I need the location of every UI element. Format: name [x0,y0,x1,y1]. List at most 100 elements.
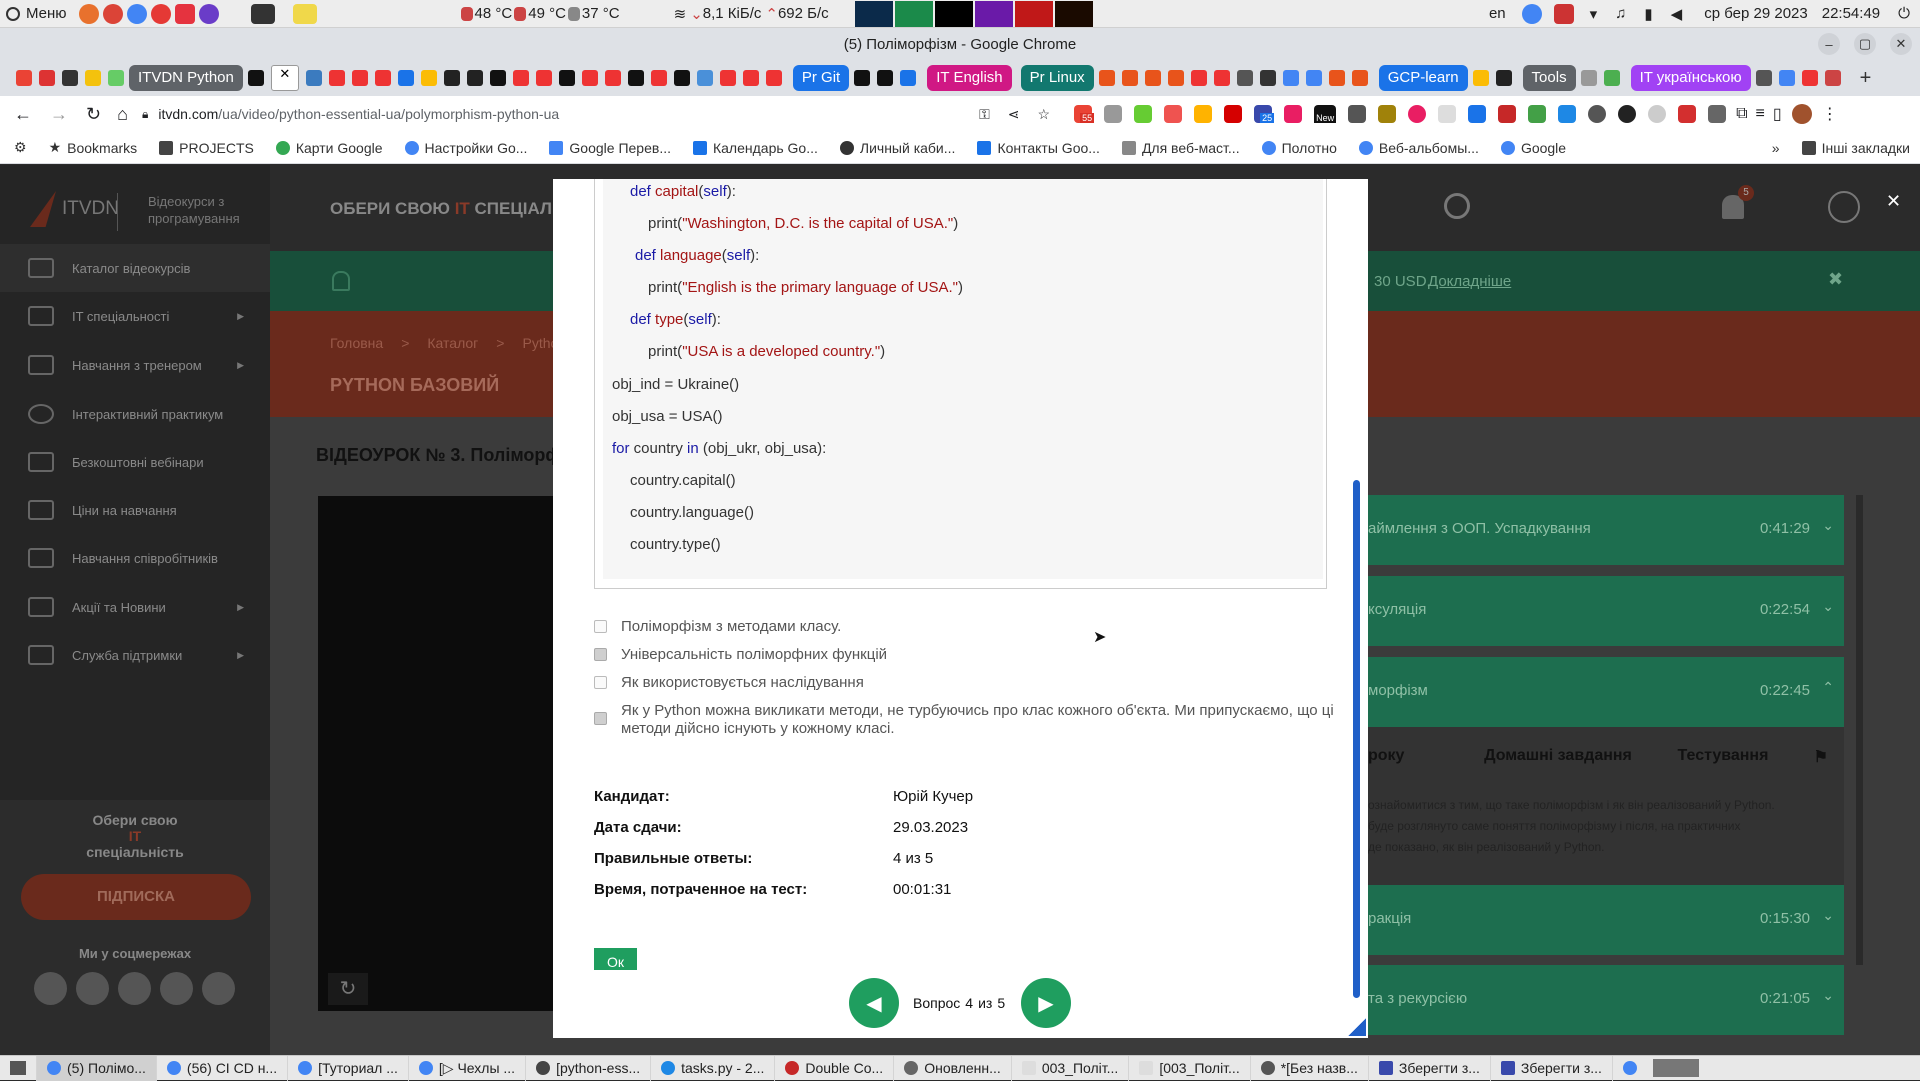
taskbar-item[interactable]: (56) CI CD н... [157,1055,289,1081]
pocket-icon[interactable] [1164,105,1183,123]
answer-checkbox[interactable] [594,676,607,689]
tab-lesson[interactable]: року [1368,747,1458,767]
youtube-tab-icon[interactable] [1190,70,1207,86]
search-icon[interactable] [1444,193,1470,219]
bookmark-folder[interactable]: PROJECTS [159,140,254,156]
tab-icon[interactable] [62,70,78,86]
tab-icon[interactable] [1351,70,1368,86]
tab-icon[interactable] [1495,70,1512,86]
app-tray-icon[interactable] [1553,3,1574,24]
taskbar-item[interactable]: [003_Політ... [1129,1055,1251,1081]
answer-option[interactable]: Поліморфізм з методами класу. [594,618,841,635]
tab-icon[interactable] [397,70,414,86]
taskbar-item[interactable]: Оновленн... [894,1055,1012,1081]
tab-icon[interactable] [877,70,894,86]
tab-group-tools[interactable]: Tools [1522,65,1576,91]
bookmark-item[interactable]: Личный каби... [839,140,955,156]
bookmark-item[interactable]: Для веб-маст... [1121,140,1240,156]
keyboard-layout[interactable]: en [1489,5,1506,22]
extension-icon[interactable] [1438,105,1457,123]
taskbar-item[interactable]: [Туториал ... [288,1055,409,1081]
lesson-item[interactable]: ракція 0:15:30 ⌄ [1368,885,1844,955]
bell-tray-icon[interactable]: ♫ [1615,5,1626,22]
tab-icon[interactable] [108,70,124,86]
bookmark-item[interactable]: Google [1500,140,1566,156]
bookmark-item[interactable]: Карти Google [275,140,383,156]
extension-icon[interactable] [1224,105,1243,123]
chrome-tray-icon[interactable] [1521,3,1542,24]
maximize-button[interactable]: ▢ [1854,33,1876,55]
taskbar-item[interactable]: Зберегти з... [1369,1055,1491,1081]
chrome-alt-icon[interactable] [126,3,147,24]
sidepanel-icon[interactable]: ▯ [1773,104,1782,124]
github-tab-icon[interactable] [443,70,460,86]
extension-icon[interactable] [1648,105,1667,123]
bookmark-item[interactable]: Настройки Go... [404,140,527,156]
sidebar-item-prices[interactable]: Ціни на навчання [0,486,270,534]
breadcrumb-catalog[interactable]: Каталог [427,335,478,351]
sidebar-item-corporate[interactable]: Навчання співробітників [0,534,270,582]
wifi-tray-icon[interactable]: ▾ [1590,5,1598,23]
close-window-button[interactable]: ✕ [1890,33,1912,55]
taskbar-item[interactable]: [python-ess... [526,1055,652,1081]
clock[interactable]: 22:54:49 [1822,5,1880,22]
reload-icon[interactable]: ↻ [86,104,101,125]
bookmark-item[interactable]: Полотно [1261,140,1337,156]
tab-icon[interactable] [1603,70,1620,86]
taskbar-item[interactable]: [▷ Чехлы ... [409,1055,527,1081]
tab-icon[interactable] [627,70,644,86]
url-field[interactable]: 🔒︎ itvdn.com /ua/video/python-essential-… [142,100,559,128]
extension-icon[interactable] [1618,105,1637,123]
tab-icon[interactable] [247,70,264,86]
tab-icon[interactable] [1167,70,1184,86]
tab-icon[interactable] [1801,70,1818,86]
youtube-tab-icon[interactable] [581,70,598,86]
tor-icon[interactable] [198,3,219,24]
extension-icon[interactable]: 25 [1254,105,1275,123]
gmail-ext-icon[interactable]: 55 [1074,105,1095,123]
bookmark-icon[interactable]: ⚑ [1788,747,1828,767]
active-tab-close-icon[interactable]: ✕ [270,65,299,91]
facebook-icon[interactable] [34,972,67,1005]
lesson-item[interactable]: ксуляція 0:22:54 ⌄ [1368,576,1844,646]
youtube-icon[interactable] [76,972,109,1005]
extension-icon[interactable]: New [1314,105,1337,123]
bookmark-item[interactable]: Контакты Goo... [977,140,1100,156]
extension-icon[interactable] [1284,105,1303,123]
tab-group-it-english[interactable]: IT English [927,65,1012,91]
os-menu[interactable]: Меню [0,0,67,28]
volume-icon[interactable]: ◀ [1671,5,1683,23]
tab-icon[interactable] [854,70,871,86]
tab-group-it-ukr[interactable]: IT українською [1630,65,1751,91]
taskbar-item[interactable]: tasks.py - 2... [651,1055,776,1081]
tab-icon[interactable] [1580,70,1597,86]
extension-icon[interactable] [1348,105,1367,123]
modal-scrollbar[interactable] [1353,480,1360,998]
answer-option[interactable]: Як використовується наслідування [594,674,864,691]
resize-handle-icon[interactable] [1348,1018,1366,1036]
forward-icon[interactable]: → [50,104,68,125]
key-icon[interactable]: ⚿ [979,106,990,123]
video-player[interactable]: ↻ [318,496,558,1011]
tab-icon[interactable] [1824,70,1841,86]
tab-icon[interactable] [489,70,506,86]
tab-icon[interactable] [558,70,575,86]
new-tab-icon[interactable]: + [1860,67,1872,90]
tab-group-gcp-learn[interactable]: GCP-learn [1378,65,1468,91]
replay-icon[interactable]: ↻ [328,973,368,1005]
tab-icon[interactable] [1121,70,1138,86]
next-question-button[interactable]: ▶ [1021,978,1071,1028]
extension-icon[interactable] [1408,105,1427,123]
sidebar-item-catalog[interactable]: Каталог відеокурсів [0,244,270,292]
gmail-tab-icon[interactable] [16,70,32,86]
extension-icon[interactable] [1194,105,1213,123]
back-icon[interactable]: ← [14,104,32,125]
tab-icon[interactable] [85,70,101,86]
taskbar-item[interactable]: 003_Політ... [1012,1055,1130,1081]
google-tab-icon[interactable] [1305,70,1322,86]
answer-checkbox-checked[interactable] [594,648,607,661]
show-desktop[interactable] [0,1055,37,1081]
linkedin-icon[interactable] [160,972,193,1005]
promo-close-icon[interactable]: ✖ [1828,269,1843,290]
sidebar-item-specialties[interactable]: IT спеціальності ▶ [0,292,270,340]
